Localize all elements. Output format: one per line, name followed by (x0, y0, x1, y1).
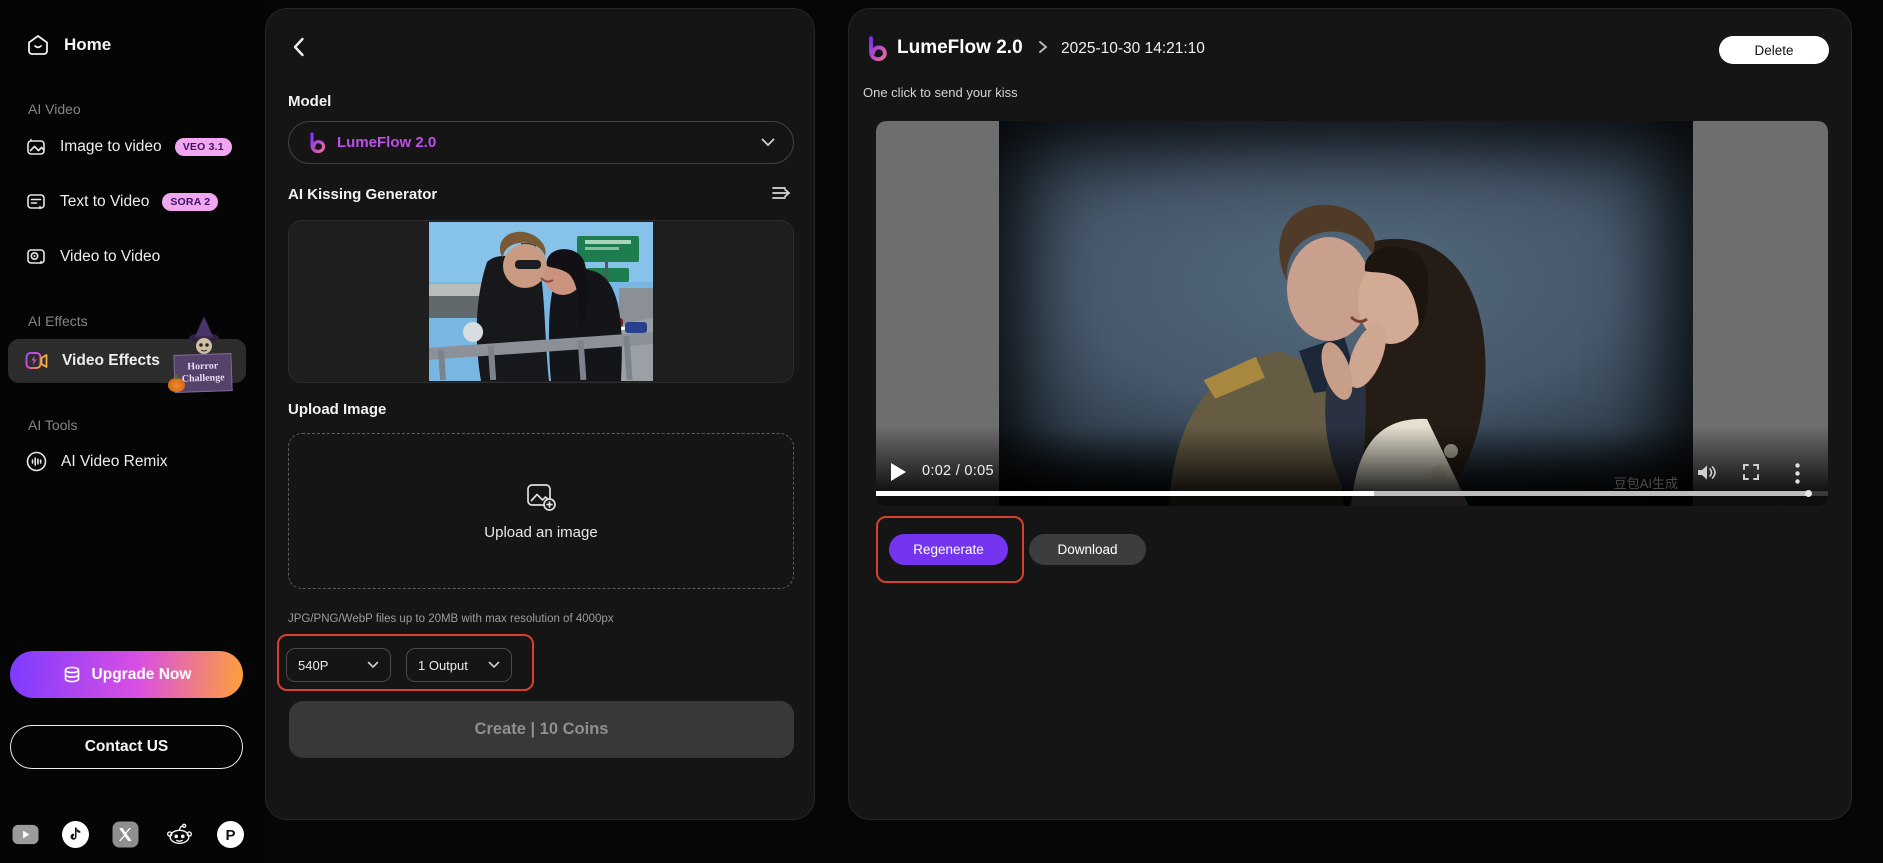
progress-played (876, 491, 1374, 496)
lumeflow-logo-icon (865, 35, 889, 63)
output-value: 1 Output (418, 657, 468, 673)
result-panel: LumeFlow 2.0 2025-10-30 14:21:10 Delete … (848, 8, 1852, 820)
sidebar-item-label: AI Video Remix (61, 452, 168, 470)
sidebar-item-text-to-video[interactable]: Text to Video SORA 2 (25, 191, 219, 213)
text-to-video-icon (25, 191, 47, 213)
sidebar-item-ai-video-remix[interactable]: AI Video Remix (25, 450, 168, 473)
video-to-video-icon (25, 246, 47, 268)
model-select[interactable]: LumeFlow 2.0 (288, 121, 794, 164)
delete-label: Delete (1754, 42, 1794, 58)
upload-dropzone[interactable]: Upload an image (288, 433, 794, 589)
section-label-ai-effects: AI Effects (28, 313, 88, 329)
regenerate-label: Regenerate (913, 542, 984, 557)
lumeflow-logo-icon (307, 131, 327, 154)
video-effects-icon (25, 351, 49, 371)
x-icon[interactable] (112, 821, 139, 848)
sidebar-item-video-to-video[interactable]: Video to Video (25, 246, 160, 268)
social-links: P (0, 819, 265, 849)
prompt-examples-icon[interactable] (770, 183, 792, 203)
output-count-select[interactable]: 1 Output (406, 648, 512, 682)
svg-text:P: P (225, 827, 235, 844)
chevron-down-icon (488, 661, 500, 669)
sidebar-item-label: Home (64, 35, 112, 54)
tiktok-icon[interactable] (62, 821, 89, 848)
kissing-couple-thumbnail (429, 222, 653, 381)
upgrade-label: Upgrade Now (91, 665, 192, 683)
time-display: 0:02 / 0:05 (922, 463, 994, 479)
play-icon[interactable] (891, 463, 906, 481)
sidebar-item-label: Image to video (60, 138, 162, 155)
upload-image-icon (525, 482, 557, 512)
video-player[interactable]: 豆包AI生成 0:02 / 0:05 (876, 121, 1828, 506)
upgrade-now-button[interactable]: Upgrade Now (10, 651, 243, 698)
sora-badge: SORA 2 (162, 193, 219, 211)
download-button[interactable]: Download (1029, 534, 1146, 565)
ai-video-remix-icon (25, 450, 48, 473)
regenerate-button[interactable]: Regenerate (889, 534, 1008, 565)
upload-hint: JPG/PNG/WebP files up to 20MB with max r… (288, 613, 614, 625)
sidebar-item-image-to-video[interactable]: Image to video VEO 3.1 (25, 136, 232, 158)
fullscreen-icon[interactable] (1742, 463, 1760, 481)
contact-us-button[interactable]: Contact US (10, 725, 243, 769)
ai-watermark: 豆包AI生成 (1613, 476, 1678, 491)
generator-preview[interactable] (288, 220, 794, 383)
sidebar-item-video-effects[interactable]: Video Effects (8, 339, 246, 383)
reddit-icon[interactable] (166, 821, 193, 848)
section-label-ai-video: AI Video (28, 101, 81, 117)
home-icon (25, 32, 51, 58)
generator-title: AI Kissing Generator (288, 186, 438, 203)
video-progress-bar[interactable] (876, 490, 1828, 497)
resolution-select[interactable]: 540P (286, 648, 391, 682)
model-value: LumeFlow 2.0 (337, 134, 437, 151)
contact-label: Contact US (84, 738, 169, 755)
sidebar-item-label: Video to Video (60, 248, 161, 265)
youtube-icon[interactable] (12, 821, 39, 848)
chevron-down-icon (761, 138, 775, 147)
back-icon[interactable] (288, 35, 310, 59)
sidebar-item-label: Text to Video (60, 193, 150, 210)
sidebar-item-home[interactable]: Home (25, 32, 111, 58)
result-timestamp: 2025-10-30 14:21:10 (1061, 40, 1205, 57)
result-title: LumeFlow 2.0 (897, 37, 1023, 58)
model-label: Model (288, 93, 332, 110)
veo-badge: VEO 3.1 (174, 138, 232, 156)
image-to-video-icon (25, 136, 47, 158)
breadcrumb-chevron-icon (1038, 40, 1048, 54)
composer-panel: Model LumeFlow 2.0 AI Kissing Generator (265, 8, 815, 820)
p-circle-icon[interactable]: P (217, 821, 244, 848)
coins-icon (62, 666, 82, 684)
more-options-icon[interactable] (1795, 463, 1800, 484)
result-prompt: One click to send your kiss (863, 85, 1018, 100)
chevron-down-icon (367, 661, 379, 669)
create-label: Create | 10 Coins (474, 720, 609, 738)
section-label-ai-tools: AI Tools (28, 417, 78, 433)
resolution-value: 540P (298, 657, 329, 673)
upload-placeholder: Upload an image (484, 523, 598, 541)
sidebar: Home AI Video Image to video VEO 3.1 Tex… (0, 0, 265, 863)
upload-label: Upload Image (288, 401, 387, 418)
volume-icon[interactable] (1696, 464, 1716, 481)
delete-button[interactable]: Delete (1719, 36, 1829, 64)
create-button[interactable]: Create | 10 Coins (289, 701, 794, 758)
progress-knob[interactable] (1805, 490, 1813, 497)
progress-buffer (1373, 491, 1809, 496)
download-label: Download (1057, 542, 1118, 557)
sidebar-item-label: Video Effects (62, 352, 160, 369)
